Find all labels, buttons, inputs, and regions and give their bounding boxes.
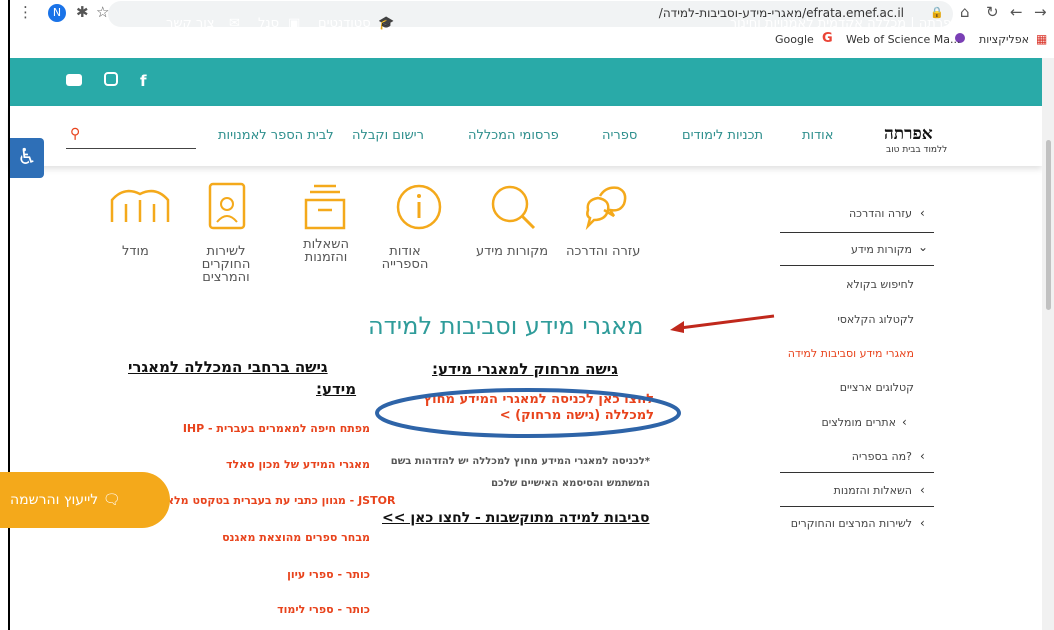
bookmark-wos[interactable]: Web of Science Ma... — [846, 33, 960, 46]
tile-help[interactable]: עזרה והדרכה — [566, 245, 640, 258]
id-card-icon: ▣ — [288, 16, 301, 31]
campus-link[interactable]: מאגרי המידע של מכון סאלד — [226, 458, 370, 471]
sidebar-item-help[interactable]: עזרה והדרכה — [849, 207, 912, 220]
chevron-left-icon[interactable]: ‹ — [920, 206, 925, 220]
remote-note: *לכניסה למאגרי המידע מחוץ למכללה יש להזד… — [390, 456, 650, 467]
logo[interactable]: אפרתה — [884, 124, 933, 144]
instagram-icon[interactable] — [104, 72, 118, 86]
learning-env-link[interactable]: סביבות למידה מתוקשבות - לחצו כאן >> — [382, 510, 649, 526]
chat-button[interactable]: לייעוץ והרשמה 🗨 — [0, 472, 170, 528]
campus-link[interactable]: כותר - ספרי עיון — [287, 568, 370, 581]
profile-avatar[interactable]: N — [48, 4, 66, 22]
divider — [780, 232, 934, 233]
contact-link[interactable]: צור קשר — [166, 16, 215, 31]
divider — [780, 506, 934, 507]
campus-link[interactable]: JSTOR - מגוון כתבי עת בעברית בטקסט מלא — [166, 494, 395, 507]
campus-access-heading-2: מידע: — [316, 380, 357, 398]
chevron-left-icon[interactable]: ‹ — [920, 483, 925, 497]
search-icon[interactable]: ⚲ — [70, 126, 80, 142]
extensions-icon[interactable]: ✱ — [76, 3, 89, 21]
sidebar-item-sources[interactable]: מקורות מידע — [851, 243, 912, 256]
students-link[interactable]: סטודנטים — [318, 16, 371, 31]
researchers-icon[interactable] — [208, 182, 248, 232]
top-info-bar — [10, 58, 1054, 106]
facebook-icon[interactable]: f — [140, 72, 147, 90]
chevron-left-icon[interactable]: ‹ — [902, 415, 907, 429]
info-icon[interactable] — [394, 182, 444, 232]
tile-sources[interactable]: מקורות מידע — [476, 245, 548, 258]
remote-access-heading: גישה מרחוק למאגרי מידע: — [432, 360, 618, 378]
college-name[interactable]: מכללת אמונה אפרתה | מכללה אקדמית לאמנויו… — [730, 16, 1042, 31]
sidebar-item-whats-new[interactable]: מה בספריה? — [852, 450, 912, 463]
nav-item-publications[interactable]: פרסומי המכללה — [468, 128, 559, 143]
highlight-ellipse — [375, 388, 681, 438]
chevron-down-icon[interactable]: ⌄ — [918, 240, 928, 254]
annotation-arrow — [670, 314, 775, 333]
campus-link[interactable]: מפתח חיפה למאמרים בעברית - IHP — [183, 422, 370, 435]
graduation-cap-icon: 🎓 — [378, 16, 395, 31]
magnifier-icon[interactable] — [488, 182, 538, 232]
menu-icon[interactable]: ⋮ — [18, 3, 33, 21]
nav-item-about[interactable]: אודות — [802, 128, 833, 143]
chat-icon: 🗨 — [102, 492, 121, 508]
bookmark-google[interactable]: Google — [775, 33, 814, 46]
apps-grid-icon: ▦ — [1036, 32, 1048, 46]
sidebar-item-researchers[interactable]: לשירות המרצים והחוקרים — [791, 517, 912, 530]
snl-link[interactable]: סנל — [258, 16, 279, 31]
sidebar-item-national-catalogs[interactable]: קטלוגים ארציים — [840, 381, 914, 394]
search-input[interactable] — [66, 148, 196, 149]
chat-bubbles-icon[interactable] — [580, 182, 630, 232]
accessibility-icon[interactable]: ♿ — [10, 138, 44, 178]
logo-tagline: ללמוד בבית טוב — [886, 145, 948, 155]
youtube-icon[interactable] — [66, 74, 82, 86]
sidebar-item-catalog[interactable]: לקטלוג הקלאסי — [837, 313, 914, 326]
tile-moodle[interactable]: מודל — [122, 245, 149, 258]
campus-link[interactable]: מבחר ספרים מהוצאת מאגנס — [222, 531, 370, 544]
tile-about-library[interactable]: אודות הספרייה — [372, 245, 438, 271]
bookmark-apps[interactable]: אפליקציות — [979, 33, 1029, 46]
nav-item-admissions[interactable]: רישום וקבלה — [352, 128, 424, 143]
sidebar-item-loans[interactable]: השאלות והזמנות — [834, 484, 912, 497]
chevron-left-icon[interactable]: ‹ — [920, 449, 925, 463]
campus-access-heading: גישה ברחבי המכללה למאגרי — [128, 358, 328, 376]
scrollbar-thumb[interactable] — [1046, 140, 1051, 310]
loans-icon[interactable] — [300, 182, 350, 232]
remote-note-2: המשתמש והסיסמא האישיים שלכם — [491, 478, 650, 489]
page-title: מאגרי מידע וסביבות למידה — [368, 312, 644, 340]
nav-item-programs[interactable]: תכניות לימודים — [682, 128, 763, 143]
tile-researchers[interactable]: לשירות החוקרים והמרצים — [196, 245, 256, 284]
sidebar-item-databases[interactable]: מאגרי מידע וסביבות למידה — [788, 347, 914, 360]
chat-label: לייעוץ והרשמה — [10, 492, 99, 508]
divider — [780, 265, 934, 266]
divider — [780, 472, 934, 473]
sidebar-item-kola[interactable]: לחיפוש בקולא — [846, 278, 914, 291]
moodle-icon[interactable] — [100, 182, 180, 232]
campus-link[interactable]: כותר - ספרי לימוד — [277, 603, 370, 616]
sidebar-item-recommended[interactable]: אתרים מומלצים — [821, 416, 896, 429]
nav-item-library[interactable]: ספריה — [602, 128, 637, 143]
tile-loans[interactable]: השאלות והזמנות — [296, 238, 356, 264]
chevron-left-icon[interactable]: ‹ — [920, 516, 925, 530]
mail-icon: ✉ — [229, 16, 240, 31]
google-icon: G — [822, 31, 833, 46]
nav-item-arts-school[interactable]: לבית הספר לאמנויות — [218, 128, 334, 143]
